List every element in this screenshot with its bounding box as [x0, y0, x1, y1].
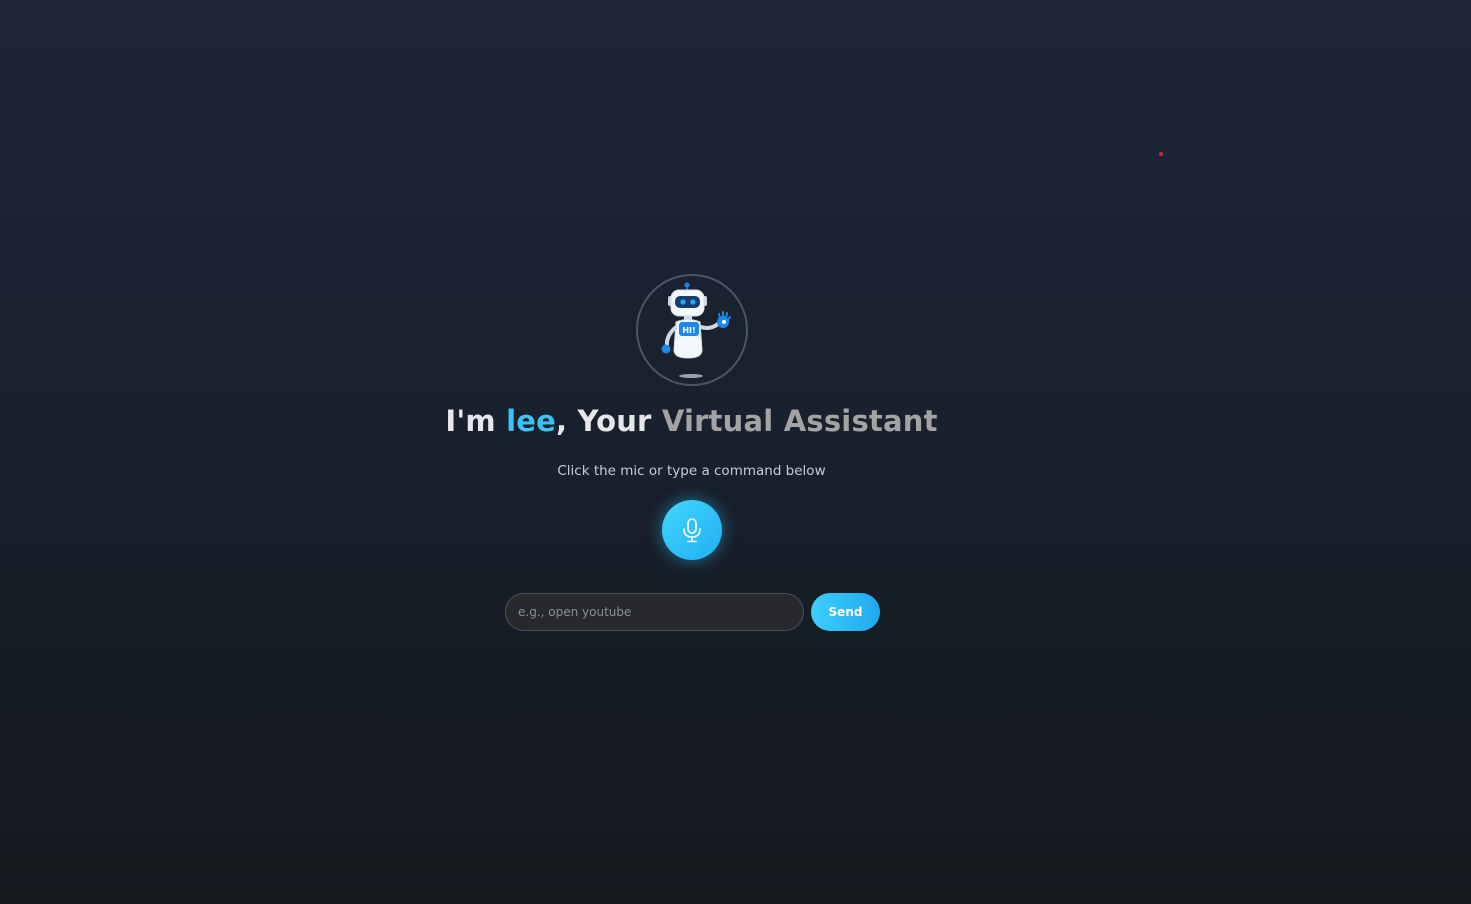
status-dot — [1159, 152, 1163, 156]
mic-button[interactable] — [662, 500, 722, 560]
title-middle: , Your — [556, 404, 662, 438]
title-role: Virtual Assistant — [661, 404, 938, 438]
robot-waving-icon: HI! — [661, 282, 731, 378]
assistant-name: lee — [506, 404, 557, 438]
title-prefix: I'm — [445, 404, 507, 438]
send-button[interactable]: Send — [811, 593, 880, 631]
assistant-avatar: HI! — [636, 274, 748, 386]
instruction-text: Click the mic or type a command below — [557, 463, 826, 479]
microphone-icon — [683, 518, 701, 543]
command-input[interactable] — [505, 593, 804, 631]
svg-text:HI!: HI! — [682, 326, 695, 335]
page-title: I'm lee, Your Virtual Assistant — [0, 404, 1383, 438]
